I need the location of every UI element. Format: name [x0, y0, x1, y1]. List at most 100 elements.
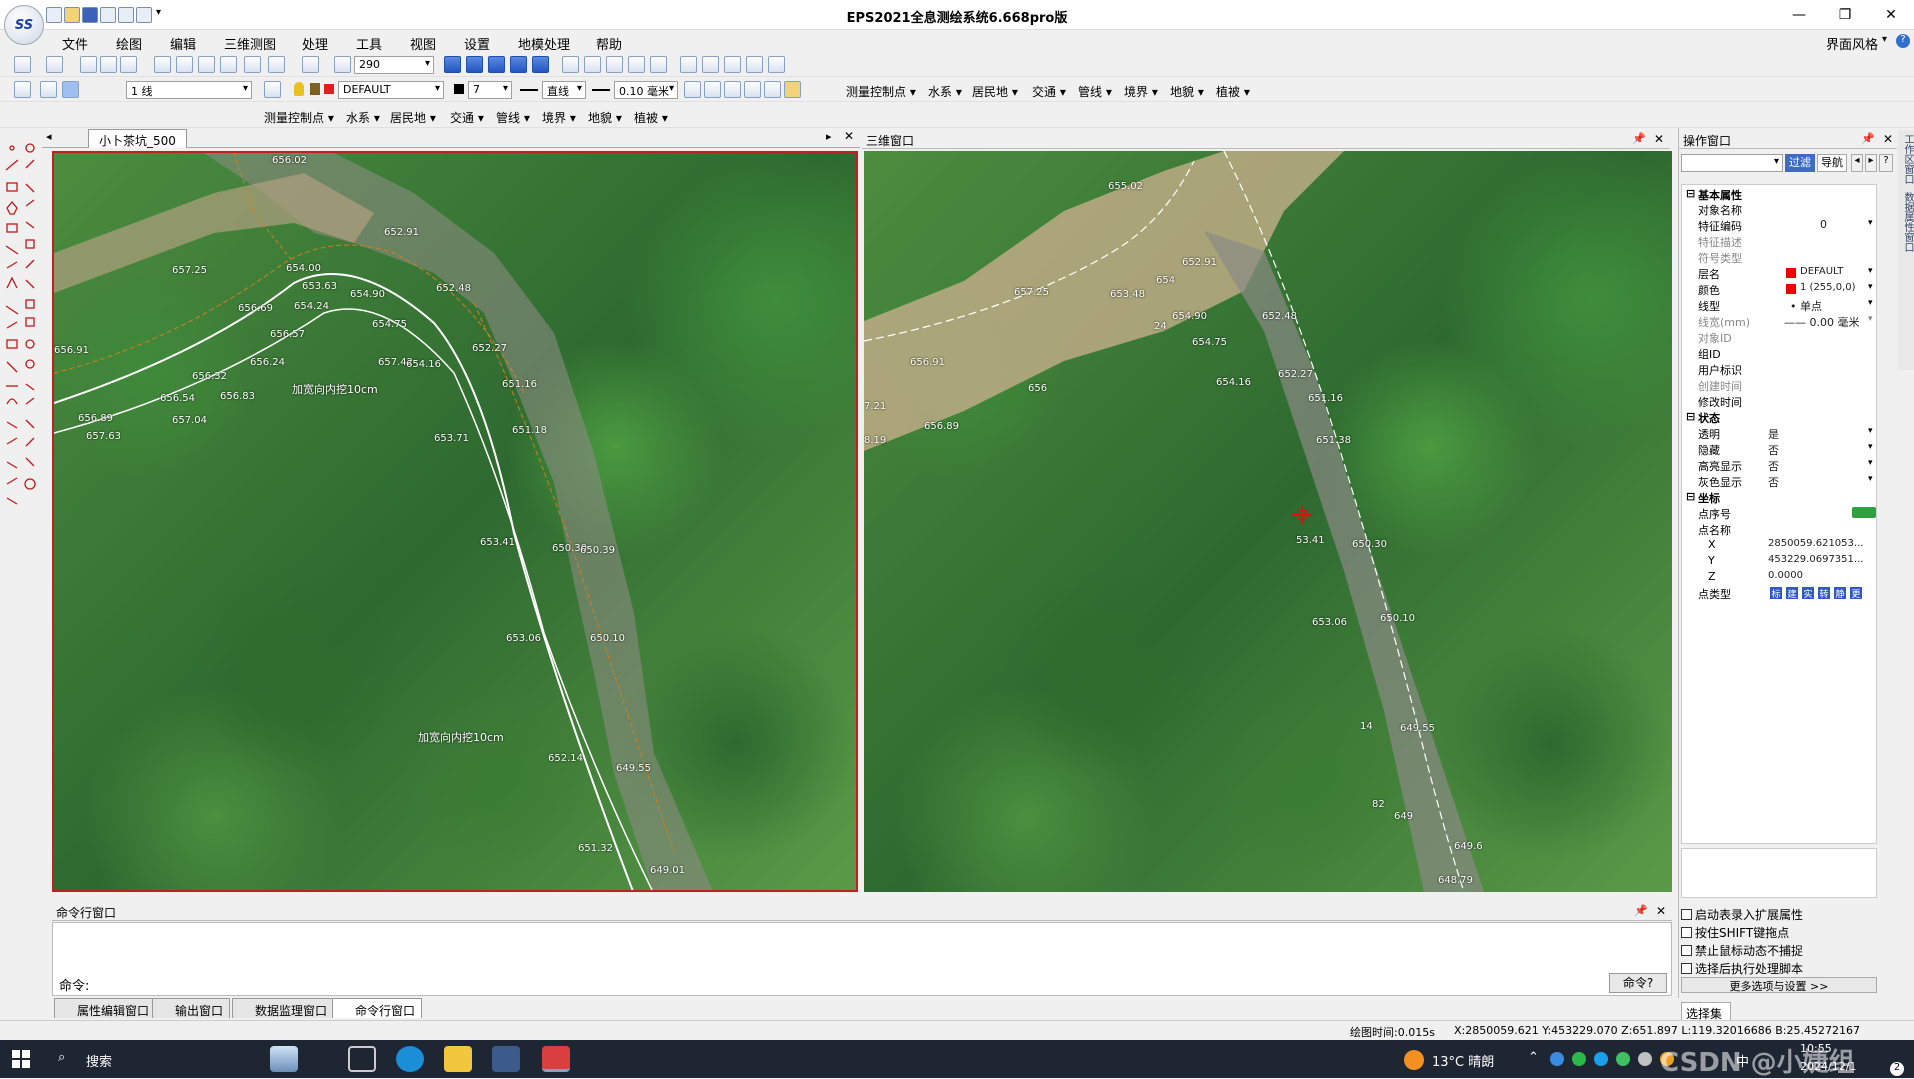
tray-app-icon-2[interactable] — [1594, 1052, 1608, 1066]
tab-data-supervision[interactable]: 数据监理窗口 — [232, 998, 335, 1018]
menu-draw[interactable]: 绘图 — [116, 34, 142, 53]
prop-row[interactable]: 修改时间 — [1682, 394, 1862, 409]
prop-row[interactable]: X 2850059.621053... — [1682, 538, 1863, 551]
layer-tool-icon[interactable] — [268, 56, 285, 73]
printer-dropdown-icon[interactable] — [136, 7, 152, 23]
section-state[interactable]: ⊟ 状态 — [1682, 410, 1862, 425]
lock-icon[interactable] — [310, 83, 320, 95]
grip-icon[interactable] — [14, 81, 31, 98]
snap-points-icon[interactable] — [680, 56, 697, 73]
tab-scroll-left-icon[interactable]: ◂ — [46, 130, 52, 143]
vtab-workspace[interactable]: 工作区窗口 — [1898, 130, 1914, 188]
restore-button[interactable]: ❐ — [1822, 0, 1868, 30]
zoom-window-icon[interactable] — [198, 56, 215, 73]
prop-row[interactable]: 特征描述 — [1682, 234, 1862, 249]
print-preview-icon[interactable] — [118, 7, 134, 23]
menu-help[interactable]: 帮助 — [596, 34, 622, 53]
prop-row[interactable]: 灰色显示否 ▾ — [1682, 474, 1873, 489]
package-icon[interactable] — [784, 81, 801, 98]
select-mode-icon[interactable] — [62, 81, 79, 98]
window-tile-3-icon[interactable] — [606, 56, 623, 73]
prop-row[interactable]: 高亮显示否 ▾ — [1682, 458, 1873, 473]
redo-icon[interactable] — [46, 56, 63, 73]
scale-icon[interactable] — [334, 56, 351, 73]
app-logo[interactable]: SS — [4, 5, 44, 45]
eps-app-taskbar-icon[interactable] — [542, 1046, 570, 1072]
cut-icon[interactable] — [80, 56, 97, 73]
wechat-icon[interactable] — [1572, 1052, 1586, 1066]
grid-view-4-icon[interactable] — [510, 56, 527, 73]
left-panel-close-icon[interactable]: ✕ — [844, 129, 854, 143]
check-ext-attr[interactable]: 启动表录入扩展属性 — [1681, 906, 1803, 923]
cat-pipeline-top[interactable]: 管线 ▾ — [1078, 83, 1112, 100]
display-tool-icon[interactable] — [302, 56, 319, 73]
taskbar-weather[interactable]: 13°C 晴朗 — [1432, 1051, 1494, 1070]
check-run-script[interactable]: 选择后执行处理脚本 — [1681, 960, 1803, 977]
taskbar-widget-image[interactable] — [270, 1046, 298, 1072]
window-tile-1-icon[interactable] — [562, 56, 579, 73]
filter-button[interactable]: 过滤 — [1785, 154, 1815, 172]
prop-row[interactable]: 组ID — [1682, 346, 1862, 361]
linetype-combo[interactable]: 直线 — [542, 81, 586, 99]
undo-icon[interactable] — [14, 56, 31, 73]
tray-app-icon-3[interactable] — [1616, 1052, 1630, 1066]
pt-type-button[interactable]: 静 — [1834, 587, 1846, 600]
prop-row[interactable]: 特征编码 0 ▾ — [1682, 218, 1873, 233]
prop-row[interactable]: 隐藏否 ▾ — [1682, 442, 1873, 457]
snap-grid-icon[interactable] — [724, 56, 741, 73]
panel-3d-pin-icon[interactable]: 📌 — [1632, 132, 1646, 145]
lock-object-icon[interactable] — [684, 81, 701, 98]
zoom-out-icon[interactable] — [154, 56, 171, 73]
command-pin-icon[interactable]: 📌 — [1634, 904, 1648, 917]
print-icon[interactable] — [100, 7, 116, 23]
window-tile-5-icon[interactable] — [650, 56, 667, 73]
snap-line-icon[interactable] — [702, 56, 719, 73]
cat-residential-top[interactable]: 居民地 ▾ — [972, 83, 1018, 100]
cat-landform[interactable]: 地貌 ▾ — [588, 109, 622, 126]
zoom-in-icon[interactable] — [176, 56, 193, 73]
cat-boundary[interactable]: 境界 ▾ — [542, 109, 576, 126]
menu-edit[interactable]: 编辑 — [170, 34, 196, 53]
prop-row[interactable]: Z 0.0000 — [1682, 570, 1862, 583]
window-tile-2-icon[interactable] — [584, 56, 601, 73]
menu-3d-mapping[interactable]: 三维测图 — [224, 34, 276, 53]
prop-row[interactable]: Y 453229.0697351... — [1682, 554, 1863, 567]
save-icon[interactable] — [82, 7, 98, 23]
menu-settings[interactable]: 设置 — [464, 34, 490, 53]
drawing-tools-icon[interactable] — [2, 128, 42, 598]
cat-traffic-top[interactable]: 交通 ▾ — [1032, 83, 1066, 100]
section-coord[interactable]: ⊟ 坐标 — [1682, 490, 1862, 505]
prop-row[interactable]: 层名 DEFAULT ▾ — [1682, 266, 1873, 281]
operation-pin-icon[interactable]: 📌 — [1861, 132, 1875, 145]
cat-pipeline[interactable]: 管线 ▾ — [496, 109, 530, 126]
prop-row[interactable]: 线宽(mm) —— 0.00 毫米 ▾ — [1682, 314, 1873, 329]
app-taskbar-icon[interactable] — [492, 1046, 520, 1072]
refresh-layer-icon[interactable] — [704, 81, 721, 98]
pt-type-button[interactable]: 标 — [1770, 587, 1782, 600]
section-basic[interactable]: ⊟ 基本属性 — [1682, 187, 1862, 202]
grid-view-3-icon[interactable] — [488, 56, 505, 73]
cat-residential[interactable]: 居民地 ▾ — [390, 109, 436, 126]
cat-vegetation-top[interactable]: 植被 ▾ — [1216, 83, 1250, 100]
tab-scroll-right-icon[interactable]: ▸ — [826, 130, 832, 143]
color-swatch[interactable] — [454, 84, 464, 94]
command-output[interactable]: 命令: 命令? — [52, 922, 1672, 996]
prop-row[interactable]: 用户标识 — [1682, 362, 1862, 377]
map-canvas-3d[interactable]: 655.02 652.91 657.25 653.48 654 24 654.9… — [864, 151, 1672, 892]
paste-icon[interactable] — [120, 56, 137, 73]
layer-combo[interactable]: DEFAULT — [338, 81, 444, 99]
nav-prev-icon[interactable]: ◂ — [1851, 154, 1863, 172]
text-ab-icon[interactable] — [746, 56, 763, 73]
search-icon[interactable]: ⌕ — [58, 1050, 65, 1065]
cat-survey-control-top[interactable]: 测量控制点 ▾ — [846, 83, 916, 100]
copy-icon[interactable] — [100, 56, 117, 73]
prop-row[interactable]: 线型 • 单点 ▾ — [1682, 298, 1873, 313]
windows-start-icon[interactable] — [12, 1050, 30, 1068]
cat-water-top[interactable]: 水系 ▾ — [928, 83, 962, 100]
edge-browser-icon[interactable] — [396, 1046, 424, 1072]
ui-style-menu[interactable]: 界面风格 — [1826, 34, 1878, 53]
quick-access-more-icon[interactable]: ▾ — [156, 7, 161, 18]
close-button[interactable]: ✕ — [1868, 0, 1914, 30]
open-folder-icon[interactable] — [64, 7, 80, 23]
nav-next-icon[interactable]: ▸ — [1865, 154, 1877, 172]
